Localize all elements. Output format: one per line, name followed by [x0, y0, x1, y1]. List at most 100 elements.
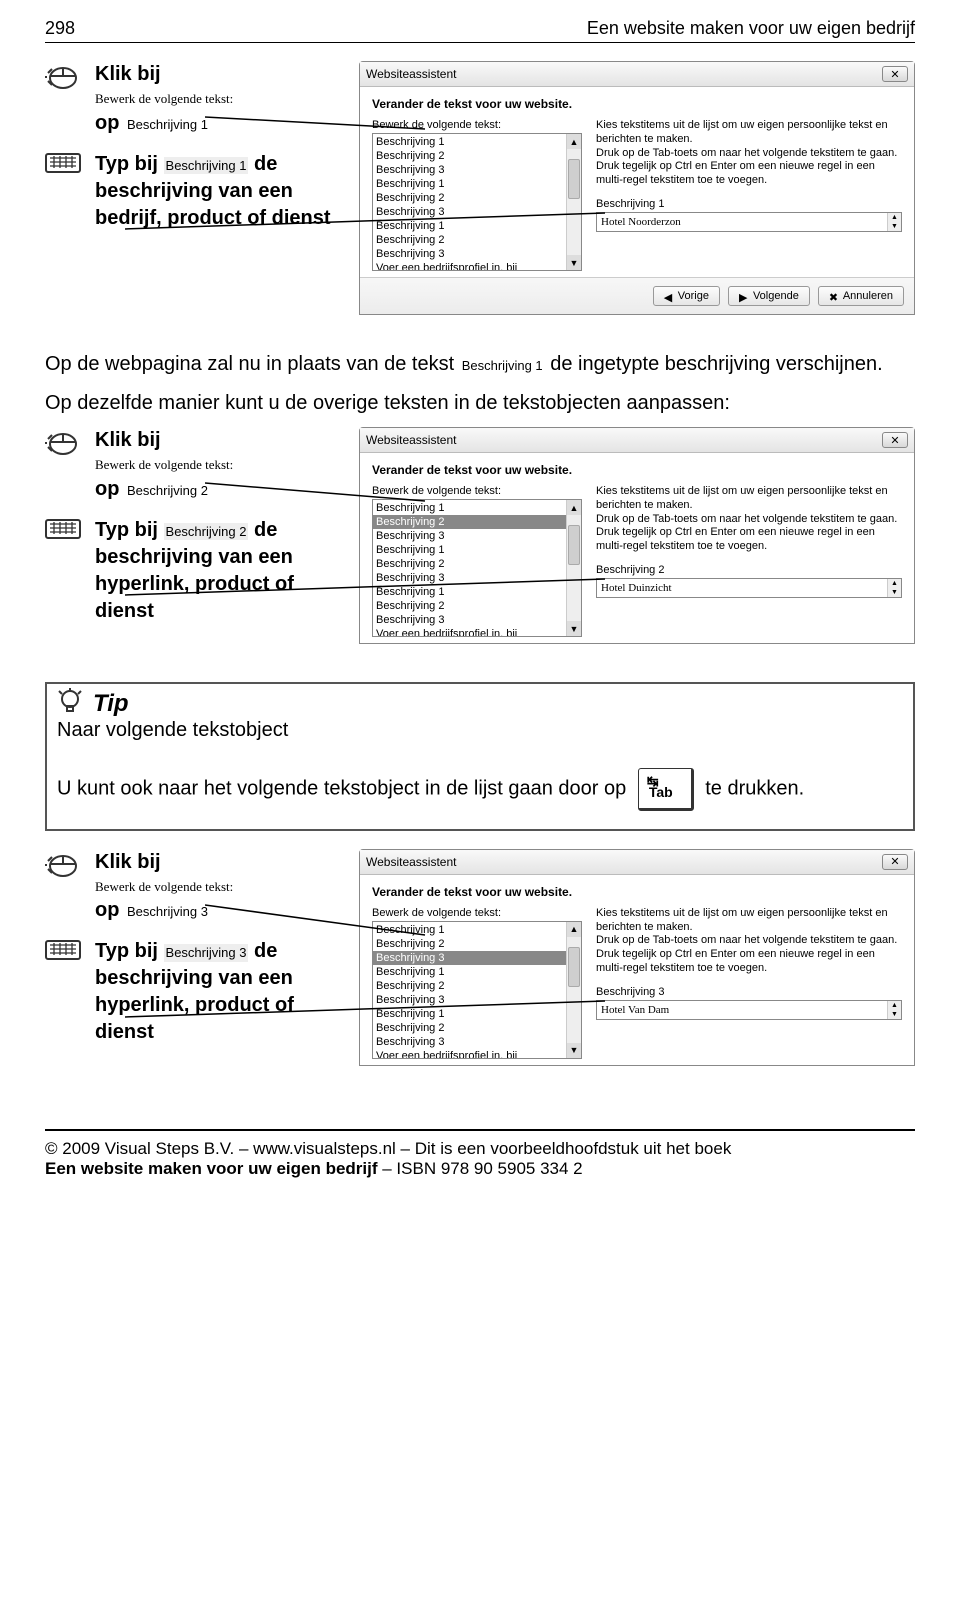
list-item[interactable]: Beschrijving 1	[373, 543, 581, 557]
scrollbar[interactable]: ▲ ▼	[566, 922, 581, 1058]
keyboard-icon	[45, 517, 81, 541]
spinner[interactable]: ▲▼	[887, 213, 901, 231]
spin-down-icon[interactable]: ▼	[888, 1010, 901, 1019]
scrollbar[interactable]: ▲ ▼	[566, 500, 581, 636]
cancel-btn-label: Annuleren	[843, 290, 893, 302]
listbox[interactable]: Beschrijving 1Beschrijving 2Beschrijving…	[372, 921, 582, 1059]
text-input[interactable]	[597, 1001, 887, 1019]
list-label: Bewerk de volgende tekst:	[372, 485, 582, 497]
para1-t2: de ingetypte beschrijving verschijnen.	[545, 353, 883, 375]
list-item[interactable]: Voer een bedrijfsprofiel in, bij	[373, 627, 581, 637]
close-icon[interactable]: ✕	[882, 66, 908, 82]
scroll-down-icon[interactable]: ▼	[567, 255, 581, 270]
klik-bij-label: Klik bij	[95, 427, 233, 454]
list-item[interactable]: Beschrijving 3	[373, 571, 581, 585]
typ-desc: beschrijving van een bedrijf, product of…	[95, 178, 345, 232]
spinner[interactable]: ▲▼	[887, 579, 901, 597]
list-item[interactable]: Beschrijving 2	[373, 515, 581, 529]
list-item[interactable]: Beschrijving 2	[373, 557, 581, 571]
scroll-thumb[interactable]	[568, 525, 580, 565]
list-item[interactable]: Beschrijving 3	[373, 993, 581, 1007]
scroll-up-icon[interactable]: ▲	[567, 922, 581, 937]
text-input[interactable]	[597, 579, 887, 597]
scroll-thumb[interactable]	[568, 159, 580, 199]
list-item[interactable]: Beschrijving 3	[373, 1035, 581, 1049]
footer-line-1: © 2009 Visual Steps B.V. – www.visualste…	[45, 1139, 915, 1159]
list-item[interactable]: Beschrijving 1	[373, 923, 581, 937]
list-item[interactable]: Beschrijving 2	[373, 599, 581, 613]
inline-typ-beschrijving-3: Beschrijving 3	[164, 944, 249, 962]
list-item[interactable]: Beschrijving 1	[373, 177, 581, 191]
klik-bij-label: Klik bij	[95, 61, 233, 88]
text-input[interactable]	[597, 213, 887, 231]
scroll-up-icon[interactable]: ▲	[567, 134, 581, 149]
close-icon[interactable]: ✕	[882, 432, 908, 448]
list-item[interactable]: Beschrijving 2	[373, 191, 581, 205]
cancel-icon: ✖	[829, 291, 839, 301]
text-field[interactable]: ▲▼	[596, 1000, 902, 1020]
field-label: Beschrijving 2	[596, 564, 902, 576]
field-label: Beschrijving 3	[596, 986, 902, 998]
scrollbar[interactable]: ▲ ▼	[566, 134, 581, 270]
mouse-icon	[45, 61, 81, 137]
list-item[interactable]: Beschrijving 3	[373, 205, 581, 219]
mouse-icon	[45, 849, 81, 925]
listbox[interactable]: Beschrijving 1Beschrijving 2Beschrijving…	[372, 499, 582, 637]
spin-down-icon[interactable]: ▼	[888, 222, 901, 231]
list-item[interactable]: Beschrijving 2	[373, 979, 581, 993]
bewerk-text-inline: Bewerk de volgende tekst:	[95, 878, 233, 896]
cancel-button[interactable]: ✖ Annuleren	[818, 286, 904, 306]
text-field[interactable]: ▲▼	[596, 212, 902, 232]
page: 298 Een website maken voor uw eigen bedr…	[0, 0, 960, 1086]
scroll-up-icon[interactable]: ▲	[567, 500, 581, 515]
field-label: Beschrijving 1	[596, 198, 902, 210]
spin-up-icon[interactable]: ▲	[888, 1001, 901, 1010]
prev-button[interactable]: ◀Vorige	[653, 286, 720, 306]
list-item[interactable]: Beschrijving 2	[373, 149, 581, 163]
list-item[interactable]: Beschrijving 1	[373, 1007, 581, 1021]
list-item[interactable]: Beschrijving 3	[373, 613, 581, 627]
typ-desc: beschrijving van een hyperlink, product …	[95, 965, 345, 1046]
list-label: Bewerk de volgende tekst:	[372, 119, 582, 131]
list-item[interactable]: Beschrijving 1	[373, 585, 581, 599]
list-item[interactable]: Beschrijving 1	[373, 965, 581, 979]
dialog-body: Verander de tekst voor uw website. Bewer…	[360, 875, 914, 1065]
tab-key-icon: Tab	[638, 768, 694, 811]
list-item[interactable]: Beschrijving 1	[373, 501, 581, 515]
spin-up-icon[interactable]: ▲	[888, 579, 901, 588]
dialog-websiteassistent-1: Websiteassistent ✕ Verander de tekst voo…	[359, 61, 915, 315]
bulb-icon	[57, 688, 83, 719]
scroll-down-icon[interactable]: ▼	[567, 1043, 581, 1058]
dialog-websiteassistent-2: Websiteassistent ✕ Verander de tekst voo…	[359, 427, 915, 644]
dialog-heading: Verander de tekst voor uw website.	[372, 885, 902, 899]
scroll-down-icon[interactable]: ▼	[567, 621, 581, 636]
list-item[interactable]: Beschrijving 2	[373, 233, 581, 247]
spinner[interactable]: ▲▼	[887, 1001, 901, 1019]
next-button[interactable]: ▶Volgende	[728, 286, 810, 306]
scroll-thumb[interactable]	[568, 947, 580, 987]
list-item[interactable]: Beschrijving 2	[373, 1021, 581, 1035]
op-label: op	[95, 478, 119, 500]
list-item[interactable]: Beschrijving 3	[373, 163, 581, 177]
list-item[interactable]: Voer een bedrijfsprofiel in, bij	[373, 261, 581, 271]
typ-bij-label: Typ bij	[95, 153, 158, 175]
text-field[interactable]: ▲▼	[596, 578, 902, 598]
close-icon[interactable]: ✕	[882, 854, 908, 870]
list-item[interactable]: Beschrijving 3	[373, 529, 581, 543]
list-item[interactable]: Beschrijving 2	[373, 937, 581, 951]
step-block-3: Klik bij Bewerk de volgende tekst: op Be…	[45, 849, 915, 1076]
page-number: 298	[45, 18, 75, 39]
bewerk-text-inline: Bewerk de volgende tekst:	[95, 456, 233, 474]
page-title: Een website maken voor uw eigen bedrijf	[587, 18, 915, 39]
spin-down-icon[interactable]: ▼	[888, 588, 901, 597]
listbox[interactable]: Beschrijving 1Beschrijving 2Beschrijving…	[372, 133, 582, 271]
list-item[interactable]: Beschrijving 3	[373, 951, 581, 965]
list-item[interactable]: Beschrijving 3	[373, 247, 581, 261]
spin-up-icon[interactable]: ▲	[888, 213, 901, 222]
footer-rule	[45, 1129, 915, 1131]
list-item[interactable]: Beschrijving 1	[373, 219, 581, 233]
list-item[interactable]: Beschrijving 1	[373, 135, 581, 149]
list-item[interactable]: Voer een bedrijfsprofiel in, bij	[373, 1049, 581, 1059]
next-btn-label: Volgende	[753, 290, 799, 302]
bewerk-text-inline: Bewerk de volgende tekst:	[95, 90, 233, 108]
